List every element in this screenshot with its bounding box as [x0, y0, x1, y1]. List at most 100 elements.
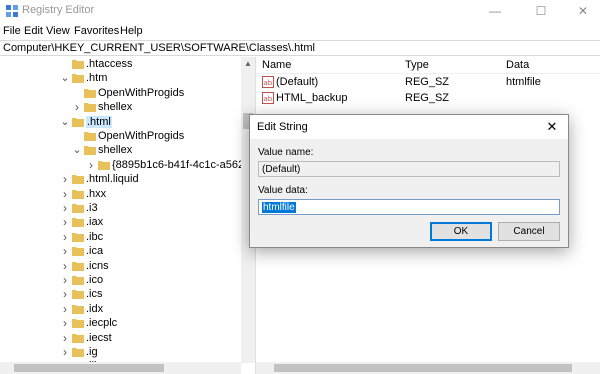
menu-view[interactable]: View [46, 25, 70, 37]
chevron-right-icon[interactable]: › [60, 273, 70, 287]
chevron-right-icon[interactable]: › [60, 345, 70, 359]
menu-help[interactable]: Help [120, 25, 143, 37]
tree-item[interactable]: ⌄ .htm [0, 71, 241, 85]
minimize-button[interactable]: — [475, 0, 515, 22]
title-bar: Registry Editor — ☐ ✕ [0, 0, 600, 22]
chevron-right-icon[interactable]: › [60, 230, 70, 244]
folder-icon [84, 103, 96, 113]
chevron-right-icon[interactable]: › [60, 215, 70, 229]
tree-item-label: shellex [98, 101, 133, 114]
tree-horizontal-scrollbar[interactable] [0, 362, 241, 374]
chevron-down-icon[interactable]: ⌄ [60, 115, 70, 129]
value-type: REG_SZ [405, 92, 450, 104]
tree-item[interactable]: › {8895b1c6-b41f-4c1c-a562-0 [0, 158, 254, 172]
tree-item[interactable]: › .iax [0, 215, 241, 229]
tree-item-label: OpenWithProgids [98, 86, 185, 99]
value-name: HTML_backup [276, 92, 348, 104]
tree-item-label: shellex [98, 144, 133, 157]
chevron-down-icon[interactable]: ⌄ [60, 71, 70, 85]
chevron-right-icon[interactable]: › [60, 187, 70, 201]
value-name-label: Value name: [258, 147, 314, 158]
ok-button[interactable]: OK [430, 222, 492, 241]
folder-icon [98, 160, 110, 170]
tree-item[interactable]: › .ibc [0, 230, 241, 244]
cancel-button[interactable]: Cancel [498, 222, 560, 241]
tree-item[interactable]: › shellex [0, 100, 241, 114]
tree-item[interactable]: OpenWithProgids [0, 129, 241, 143]
address-bar[interactable]: Computer\HKEY_CURRENT_USER\SOFTWARE\Clas… [0, 40, 600, 56]
tree-item[interactable]: ⌄ .html [0, 115, 241, 129]
dialog-title-bar: Edit String ✕ [250, 115, 568, 139]
tree-item-label: .iecst [86, 331, 112, 344]
chevron-right-icon[interactable]: › [60, 244, 70, 258]
chevron-right-icon[interactable]: › [60, 201, 70, 215]
list-hscroll-thumb[interactable] [274, 364, 572, 372]
tree-item[interactable]: › .ica [0, 244, 241, 258]
tree-item[interactable]: .htaccess [0, 57, 241, 71]
folder-icon [72, 247, 84, 257]
tree-item-label: .ics [86, 288, 103, 301]
list-horizontal-scrollbar[interactable] [256, 362, 600, 374]
tree-item-label: .html.liquid [86, 173, 139, 186]
chevron-right-icon[interactable]: › [72, 100, 82, 114]
chevron-right-icon[interactable]: › [60, 316, 70, 330]
folder-icon [72, 276, 84, 285]
list-row[interactable]: ab (Default) REG_SZ htmlfile [256, 74, 600, 90]
registry-editor-icon [6, 5, 18, 17]
folder-icon [72, 304, 84, 314]
list-row[interactable]: ab HTML_backup REG_SZ [256, 90, 600, 106]
chevron-right-icon[interactable]: › [60, 259, 70, 273]
scroll-up-icon[interactable]: ▲ [241, 57, 255, 71]
dialog-close-icon[interactable]: ✕ [542, 117, 562, 137]
svg-text:ab: ab [264, 79, 273, 87]
list-header: Name Type Data [256, 57, 600, 74]
folder-icon [72, 189, 84, 199]
chevron-right-icon[interactable]: › [60, 287, 70, 301]
column-type[interactable]: Type [405, 59, 429, 71]
tree-item[interactable]: › .iecst [0, 331, 241, 345]
tree-item[interactable]: › .ics [0, 287, 241, 301]
value-type: REG_SZ [405, 76, 450, 88]
tree-item[interactable]: ⌄ shellex [0, 143, 241, 157]
tree-item[interactable]: › .icns [0, 259, 241, 273]
folder-icon [72, 333, 84, 343]
tree-item[interactable]: OpenWithProgids [0, 86, 241, 100]
tree-item[interactable]: › .hxx [0, 187, 241, 201]
menu-edit[interactable]: Edit [24, 25, 43, 37]
tree-item[interactable]: › .idx [0, 302, 241, 316]
close-button[interactable]: ✕ [563, 0, 600, 22]
value-name-text: (Default) [262, 164, 301, 175]
folder-icon [72, 60, 84, 69]
tree-item[interactable]: › .html.liquid [0, 172, 241, 186]
tree-item-label: OpenWithProgids [98, 130, 185, 142]
tree-item-label: .ico [86, 274, 104, 286]
menu-file[interactable]: File [3, 25, 21, 37]
tree-item-label: .idx [86, 302, 104, 315]
edit-string-dialog: Edit String ✕ Value name: (Default) Valu… [249, 114, 569, 248]
registry-tree: .htaccess ⌄ .htm OpenWithProgids › shellex ⌄ .h… [0, 57, 256, 374]
tree-item-label: .ibc [86, 230, 104, 243]
tree-item[interactable]: › .ico [0, 273, 241, 287]
column-name[interactable]: Name [262, 59, 291, 71]
tree-item[interactable]: › .iecplc [0, 316, 241, 330]
chevron-right-icon[interactable]: › [86, 158, 96, 172]
tree-hscroll-thumb[interactable] [14, 364, 164, 372]
folder-icon [72, 319, 84, 329]
maximize-button[interactable]: ☐ [521, 0, 561, 22]
folder-icon [72, 74, 84, 84]
tree-item[interactable]: › .i3 [0, 201, 241, 215]
chevron-right-icon[interactable]: › [60, 331, 70, 345]
chevron-right-icon[interactable]: › [60, 172, 70, 186]
chevron-right-icon[interactable]: › [60, 302, 70, 316]
value-data-input[interactable]: htmlfile [258, 199, 560, 215]
folder-icon [72, 261, 84, 271]
tree-item[interactable]: › .ig [0, 345, 241, 359]
address-path: Computer\HKEY_CURRENT_USER\SOFTWARE\Clas… [3, 42, 315, 54]
tree-item-label: {8895b1c6-b41f-4c1c-a562-0 [112, 158, 254, 171]
chevron-down-icon[interactable]: ⌄ [72, 143, 82, 157]
tree-item-label: .iax [86, 216, 104, 229]
tree-item-label: .iecplc [86, 317, 118, 330]
column-data[interactable]: Data [506, 59, 529, 71]
menu-favorites[interactable]: Favorites [74, 25, 119, 37]
tree-item-label: .icns [86, 259, 109, 272]
